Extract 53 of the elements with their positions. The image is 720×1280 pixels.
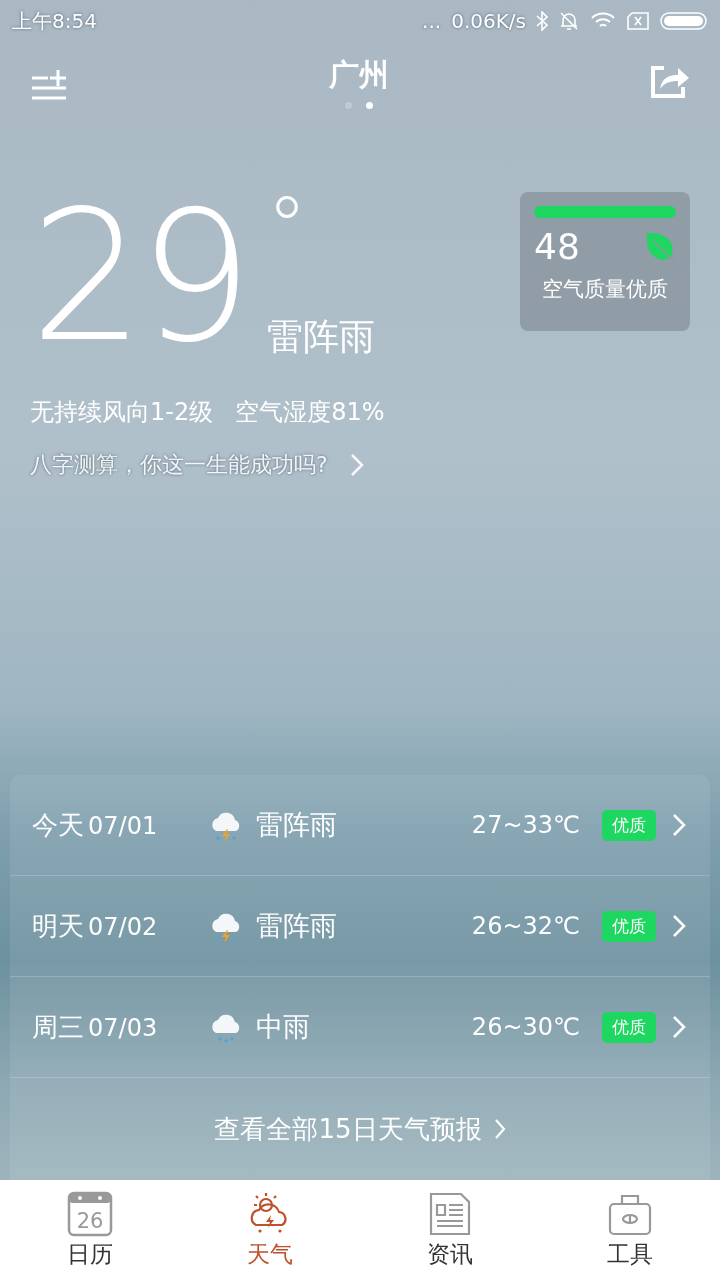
tab-label: 天气 bbox=[247, 1239, 293, 1269]
city-title: 广州 bbox=[329, 56, 389, 94]
current-condition: 雷阵雨 bbox=[267, 315, 376, 359]
battery-icon bbox=[660, 11, 708, 31]
network-speed: 0.06K/s bbox=[451, 9, 526, 33]
page-dot[interactable] bbox=[366, 102, 373, 109]
air-quality-badge: 优质 bbox=[602, 910, 656, 942]
forecast-row[interactable]: 今天 07/01 雷阵雨 27~33℃ 优质 bbox=[10, 775, 710, 876]
nav-tab[interactable]: 资讯 bbox=[360, 1180, 540, 1280]
forecast-condition: 中雨 bbox=[256, 1010, 311, 1044]
calendar-date: 26 bbox=[76, 1208, 104, 1233]
tab-label: 日历 bbox=[67, 1239, 113, 1269]
humidity-info: 空气湿度81% bbox=[235, 397, 385, 428]
forecast-row[interactable]: 周三 07/03 中雨 26~30℃ 优质 bbox=[10, 977, 710, 1078]
air-quality-badge: 优质 bbox=[602, 809, 656, 841]
status-time: 上午8:54 bbox=[12, 7, 97, 35]
newspaper-icon bbox=[427, 1190, 473, 1237]
nav-tab[interactable]: 天气 bbox=[180, 1180, 360, 1280]
chevron-icon bbox=[672, 914, 686, 938]
forecast-date: 07/02 bbox=[88, 912, 158, 941]
chevron-icon bbox=[672, 813, 686, 837]
nav-tab[interactable]: 工具 bbox=[540, 1180, 720, 1280]
forecast-date: 07/03 bbox=[88, 1013, 158, 1042]
degree-sign: ° bbox=[267, 192, 309, 262]
tab-label: 工具 bbox=[607, 1239, 653, 1269]
air-quality-badge: 优质 bbox=[602, 1011, 656, 1043]
air-quality-card[interactable]: 48 空气质量优质 bbox=[520, 192, 690, 331]
forecast-temperature: 26~30℃ bbox=[471, 1013, 580, 1041]
tab-label: 资讯 bbox=[427, 1239, 473, 1269]
forecast-condition: 雷阵雨 bbox=[256, 808, 338, 842]
air-quality-label: 空气质量优质 bbox=[542, 276, 668, 303]
chevron-icon bbox=[672, 1015, 686, 1039]
forecast-day: 周三 bbox=[32, 1009, 84, 1045]
bluetooth-icon bbox=[536, 11, 548, 31]
share-icon[interactable] bbox=[650, 65, 690, 99]
forecast-date: 07/01 bbox=[88, 811, 158, 840]
aqi-value: 48 bbox=[534, 226, 580, 267]
chevron-icon bbox=[493, 1118, 506, 1140]
chevron-icon bbox=[349, 453, 364, 477]
promo-link[interactable]: 八字测算，你这一生能成功吗? bbox=[30, 450, 328, 480]
forecast-temperature: 27~33℃ bbox=[471, 811, 580, 839]
forecast-day: 明天 bbox=[32, 908, 84, 944]
forecast-condition: 雷阵雨 bbox=[256, 909, 338, 943]
nav-tab[interactable]: 26 日历 bbox=[0, 1180, 180, 1280]
forecast-temperature: 26~32℃ bbox=[471, 912, 580, 940]
wind-info: 无持续风向1-2级 bbox=[30, 397, 214, 428]
temperature: 29 bbox=[30, 192, 248, 362]
full-forecast-link[interactable]: 查看全部15日天气预报 bbox=[214, 1111, 506, 1147]
no-sim-icon bbox=[626, 11, 650, 31]
muted-bell-icon bbox=[558, 11, 580, 31]
forecast-row[interactable]: 明天 07/02 雷阵雨 26~32℃ 优质 bbox=[10, 876, 710, 977]
forecast-day: 今天 bbox=[32, 807, 84, 843]
status-more: ... bbox=[422, 9, 442, 33]
